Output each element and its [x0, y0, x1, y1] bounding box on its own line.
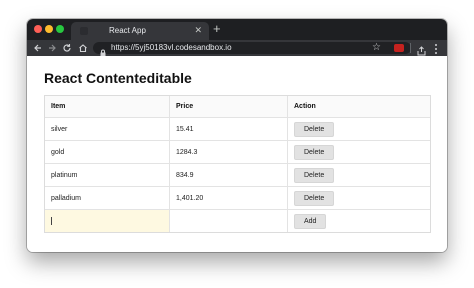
- reload-icon[interactable]: [62, 43, 72, 53]
- item-cell[interactable]: platinum: [45, 164, 170, 186]
- table-row: platinum 834.9 Delete: [45, 164, 430, 187]
- browser-toolbar: https://5yj50183vl.codesandbox.io ☆: [27, 40, 447, 57]
- items-table: Item Price Action silver 15.41 Delete go…: [44, 95, 431, 233]
- column-header-item: Item: [45, 96, 170, 117]
- url-text: https://5yj50183vl.codesandbox.io: [111, 43, 232, 52]
- add-button[interactable]: Add: [294, 213, 327, 229]
- price-cell[interactable]: 1284.3: [170, 141, 288, 163]
- new-item-row: Add: [45, 210, 430, 232]
- new-price-input[interactable]: [170, 210, 288, 232]
- browser-window: React App ✕ + https://5yj50183vl.codesan…: [27, 19, 447, 252]
- page-title: React Contenteditable: [44, 70, 192, 86]
- table-header-row: Item Price Action: [45, 96, 430, 118]
- maximize-window-button[interactable]: [56, 25, 64, 33]
- item-cell[interactable]: palladium: [45, 187, 170, 209]
- browser-titlebar: React App ✕ +: [27, 19, 447, 40]
- item-cell[interactable]: silver: [45, 118, 170, 140]
- delete-button[interactable]: Delete: [294, 144, 335, 160]
- back-arrow-icon[interactable]: [33, 43, 43, 53]
- table-row: gold 1284.3 Delete: [45, 141, 430, 164]
- forward-arrow-icon[interactable]: [47, 43, 57, 53]
- text-caret: [51, 217, 52, 225]
- table-row: silver 15.41 Delete: [45, 118, 430, 141]
- bookmark-star-icon[interactable]: ☆: [372, 42, 381, 54]
- address-bar[interactable]: https://5yj50183vl.codesandbox.io: [93, 42, 411, 57]
- lock-icon[interactable]: [99, 44, 107, 57]
- new-tab-icon[interactable]: +: [213, 21, 221, 37]
- new-item-input[interactable]: [45, 210, 170, 232]
- home-icon[interactable]: [78, 43, 88, 53]
- delete-button[interactable]: Delete: [294, 190, 335, 206]
- extension-icon[interactable]: [394, 44, 404, 52]
- column-header-action: Action: [294, 103, 316, 110]
- share-icon[interactable]: [417, 43, 426, 56]
- close-window-button[interactable]: [34, 25, 42, 33]
- tab-title: React App: [109, 26, 146, 35]
- action-cell: Delete: [288, 164, 430, 186]
- action-cell: Delete: [288, 187, 430, 209]
- item-cell[interactable]: gold: [45, 141, 170, 163]
- table-row: palladium 1,401.20 Delete: [45, 187, 430, 210]
- minimize-window-button[interactable]: [45, 25, 53, 33]
- delete-button[interactable]: Delete: [294, 121, 335, 137]
- action-cell: Delete: [288, 118, 430, 140]
- action-cell: Add: [288, 210, 430, 232]
- page-content: React Contenteditable Item Price Action …: [27, 56, 447, 252]
- kebab-menu-icon[interactable]: [434, 42, 438, 54]
- price-cell[interactable]: 1,401.20: [170, 187, 288, 209]
- tab-close-icon[interactable]: ✕: [194, 25, 202, 35]
- price-cell[interactable]: 15.41: [170, 118, 288, 140]
- delete-button[interactable]: Delete: [294, 167, 335, 183]
- toolbar-divider: [410, 43, 411, 53]
- column-header-price: Price: [170, 96, 288, 117]
- price-cell[interactable]: 834.9: [170, 164, 288, 186]
- favicon-icon: [80, 27, 88, 35]
- action-cell: Delete: [288, 141, 430, 163]
- browser-tab[interactable]: React App ✕: [71, 22, 209, 40]
